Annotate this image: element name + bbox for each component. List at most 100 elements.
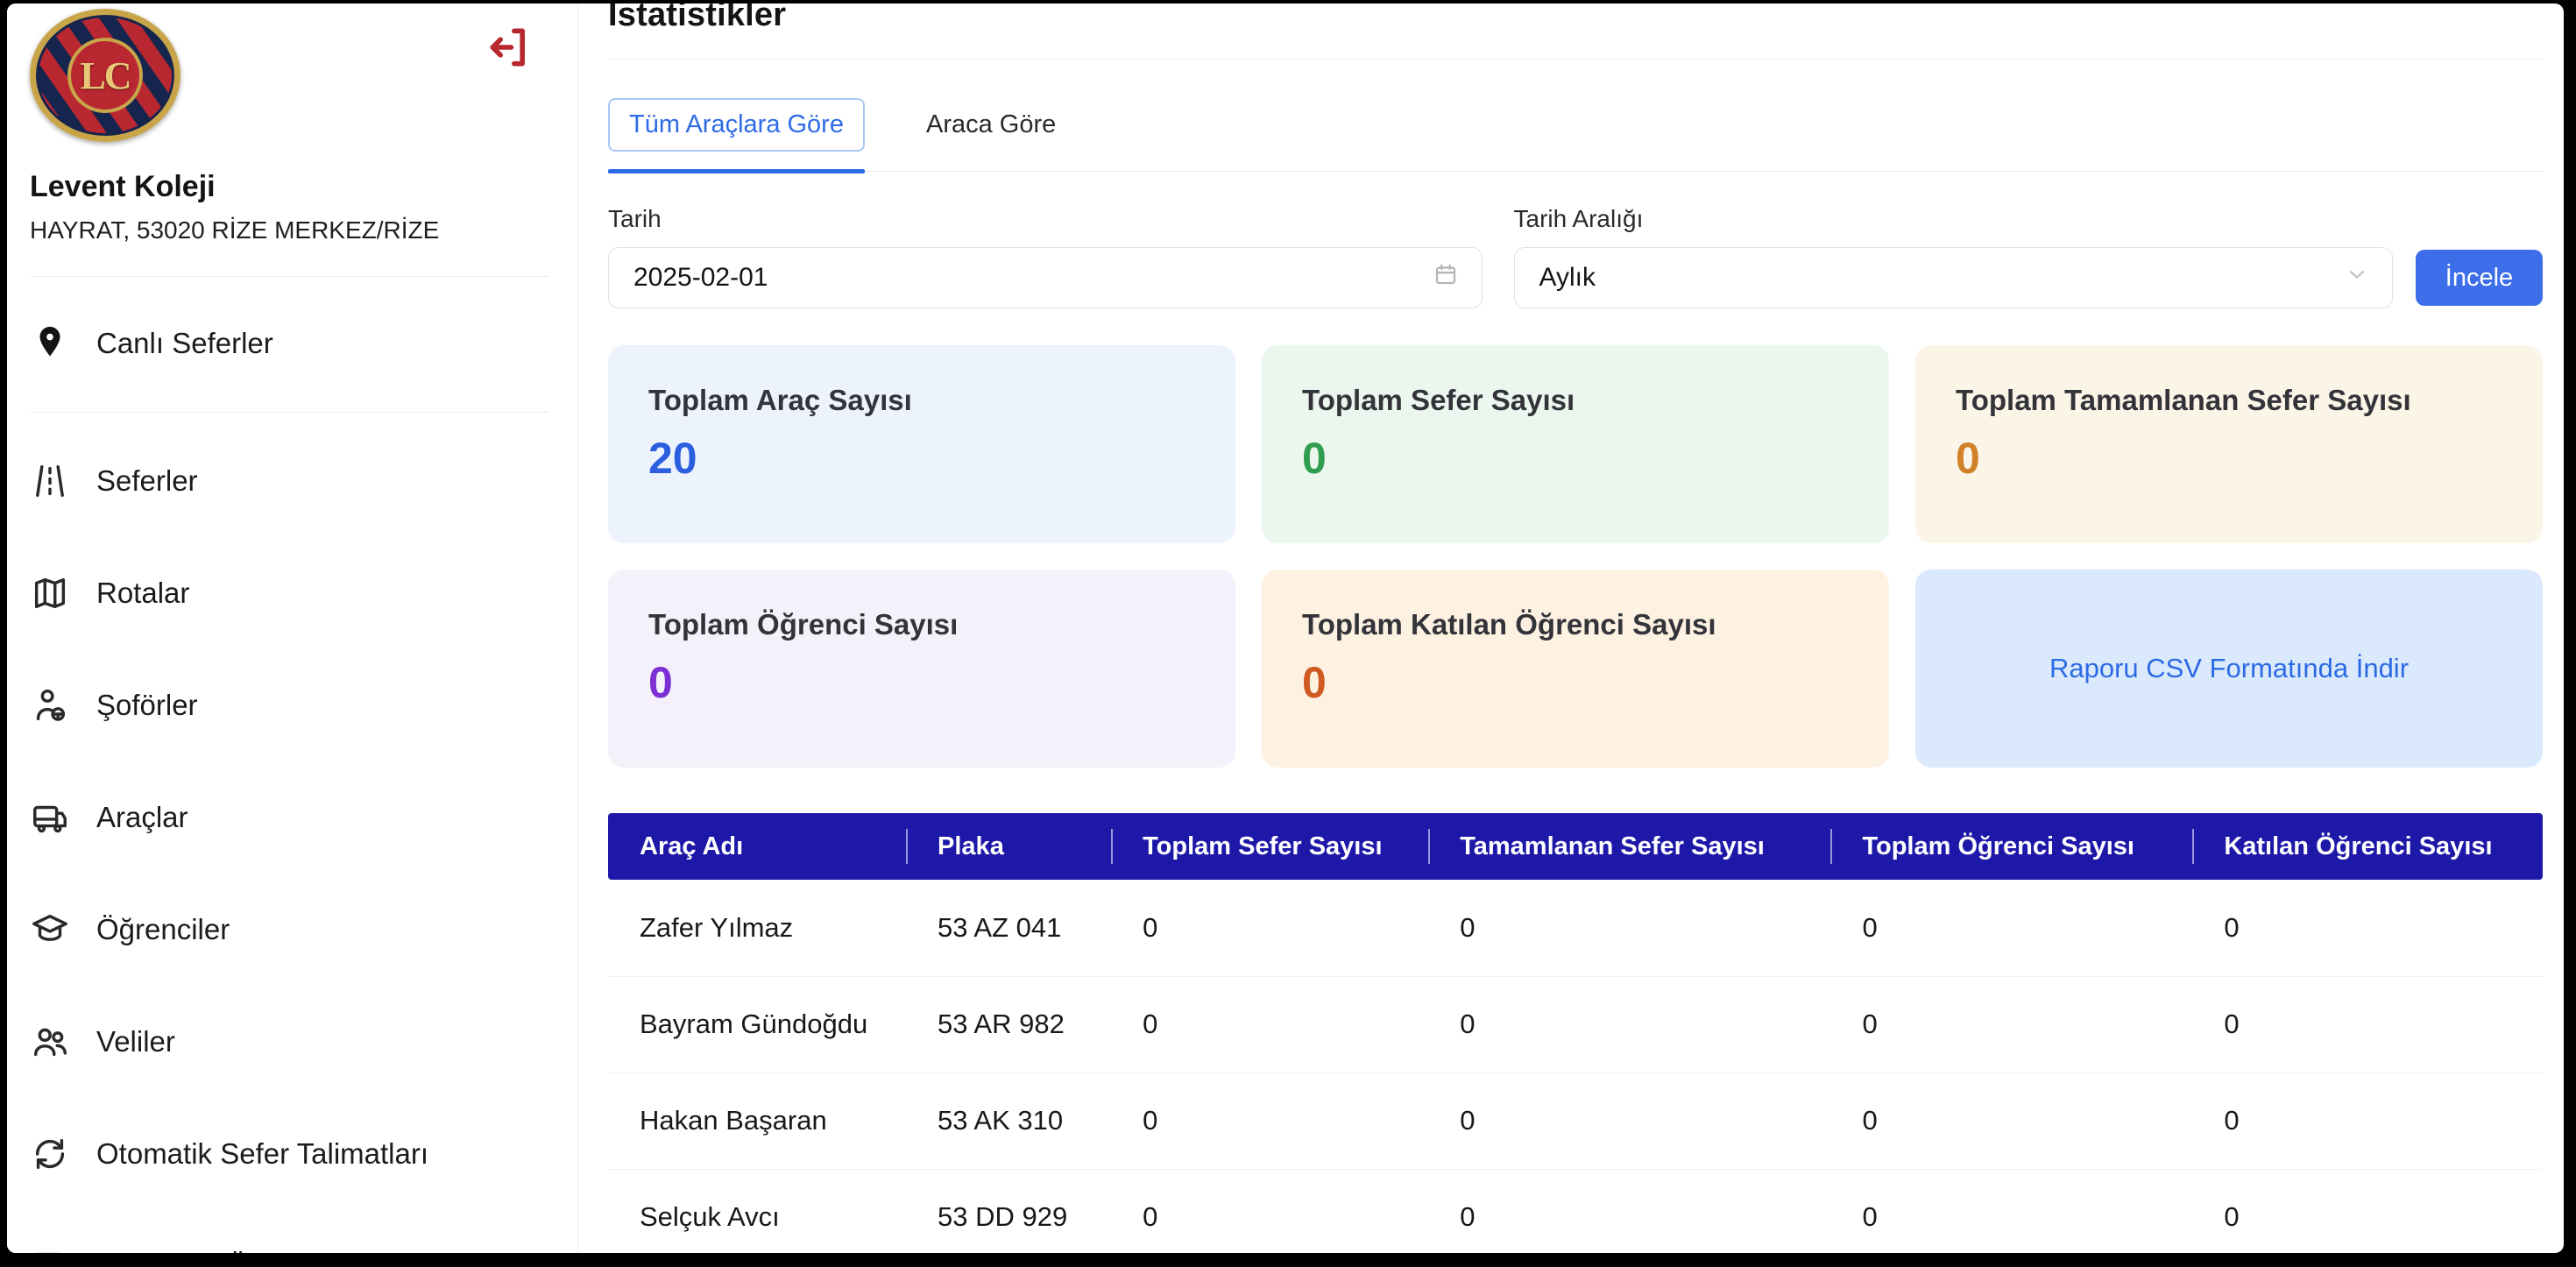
table-row[interactable]: Bayram Gündoğdu 53 AR 982 0 0 0 0 (608, 976, 2543, 1072)
col-plaka: Plaka (906, 813, 1111, 880)
date-range-value: Aylık (1539, 263, 1596, 293)
sidebar-item-seferler[interactable]: Seferler (30, 453, 549, 509)
cell-toplam-sefer: 0 (1111, 1169, 1428, 1253)
cell-toplam-ogrenci: 0 (1830, 1072, 2192, 1169)
cell-arac-adi: Hakan Başaran (608, 1072, 906, 1169)
stat-label: Toplam Araç Sayısı (648, 384, 1195, 417)
date-input[interactable]: 2025-02-01 (608, 247, 1483, 308)
col-toplam-sefer: Toplam Sefer Sayısı (1111, 813, 1428, 880)
table-row[interactable]: Selçuk Avcı 53 DD 929 0 0 0 0 (608, 1169, 2543, 1253)
stat-card-toplam-ogrenci: Toplam Öğrenci Sayısı 0 (608, 570, 1235, 768)
table-row[interactable]: Hakan Başaran 53 AK 310 0 0 0 0 (608, 1072, 2543, 1169)
stat-value: 0 (1302, 433, 1849, 484)
sidebar-item-sikayet-oneriler[interactable]: Şikayet & Öneriler (30, 1238, 549, 1253)
page-title: İstatistikler (608, 4, 2543, 34)
logo-monogram: LC (80, 53, 130, 98)
vehicle-stats-table: Araç Adı Plaka Toplam Sefer Sayısı Tamam… (608, 813, 2543, 1253)
sidebar-item-label: Öğrenciler (96, 913, 230, 946)
graduation-cap-icon (30, 910, 70, 950)
cell-katilan-ogrenci: 0 (2192, 880, 2543, 976)
calendar-icon (1433, 261, 1459, 294)
tab-tum-araclara-gore[interactable]: Tüm Araçlara Göre (608, 98, 865, 152)
stat-cards: Toplam Araç Sayısı 20 Toplam Sefer Sayıs… (608, 345, 2543, 768)
table-row[interactable]: Zafer Yılmaz 53 AZ 041 0 0 0 0 (608, 880, 2543, 976)
stat-card-katilan-ogrenci: Toplam Katılan Öğrenci Sayısı 0 (1262, 570, 1889, 768)
cell-katilan-ogrenci: 0 (2192, 1072, 2543, 1169)
incele-button[interactable]: İncele (2416, 250, 2543, 306)
stat-value: 0 (1302, 657, 1849, 708)
filter-row: Tarih 2025-02-01 Tarih Aralığı Aylık (608, 205, 2543, 308)
cell-plaka: 53 AZ 041 (906, 880, 1111, 976)
date-range-select[interactable]: Aylık (1514, 247, 2393, 308)
sidebar-item-label: Rotalar (96, 577, 189, 610)
cell-katilan-ogrenci: 0 (2192, 976, 2543, 1072)
sidebar-item-label: Canlı Seferler (96, 327, 273, 360)
sidebar-item-otomatik-sefer-talimatlari[interactable]: Otomatik Sefer Talimatları (30, 1126, 549, 1182)
col-arac-adi: Araç Adı (608, 813, 906, 880)
cell-tamamlanan-sefer: 0 (1428, 1169, 1830, 1253)
col-toplam-ogrenci: Toplam Öğrenci Sayısı (1830, 813, 2192, 880)
date-label: Tarih (608, 205, 1483, 233)
tab-araca-gore[interactable]: Araca Göre (926, 100, 1056, 150)
stat-value: 0 (648, 657, 1195, 708)
sidebar-item-label: Araçlar (96, 801, 188, 834)
road-icon (30, 461, 70, 501)
logout-button[interactable] (485, 23, 534, 76)
cell-katilan-ogrenci: 0 (2192, 1169, 2543, 1253)
logout-icon (485, 60, 534, 75)
col-katilan-ogrenci: Katılan Öğrenci Sayısı (2192, 813, 2543, 880)
stat-label: Toplam Sefer Sayısı (1302, 384, 1849, 417)
stat-value: 20 (648, 433, 1195, 484)
stat-card-toplam-arac: Toplam Araç Sayısı 20 (608, 345, 1235, 543)
sidebar-item-label: Otomatik Sefer Talimatları (96, 1137, 428, 1171)
download-csv-button[interactable]: Raporu CSV Formatında İndir (1915, 570, 2543, 768)
sidebar-item-label: Şoförler (96, 689, 198, 722)
sidebar-item-label: Veliler (96, 1025, 175, 1058)
cell-plaka: 53 AR 982 (906, 976, 1111, 1072)
sidebar-item-araclar[interactable]: Araçlar (30, 789, 549, 846)
sidebar: LC Levent Koleji HAYRAT, 53020 RİZE MERK… (7, 4, 578, 1253)
location-pin-icon (30, 323, 70, 364)
map-icon (30, 573, 70, 613)
download-csv-label: Raporu CSV Formatında İndir (2049, 653, 2409, 684)
tab-bar: Tüm Araçlara Göre Araca Göre (608, 98, 2543, 172)
date-range-label: Tarih Aralığı (1514, 205, 2393, 233)
cell-toplam-sefer: 0 (1111, 1072, 1428, 1169)
cell-arac-adi: Zafer Yılmaz (608, 880, 906, 976)
cell-toplam-sefer: 0 (1111, 880, 1428, 976)
cell-arac-adi: Bayram Gündoğdu (608, 976, 906, 1072)
school-logo: LC (30, 9, 180, 142)
sidebar-item-canli-seferler[interactable]: Canlı Seferler (30, 315, 549, 372)
sidebar-item-ogrenciler[interactable]: Öğrenciler (30, 902, 549, 958)
date-value: 2025-02-01 (633, 263, 768, 293)
users-icon (30, 1022, 70, 1062)
sidebar-menu: Canlı Seferler Seferler Rotala (30, 315, 549, 1253)
stat-card-tamamlanan-sefer: Toplam Tamamlanan Sefer Sayısı 0 (1915, 345, 2543, 543)
col-tamamlanan-sefer: Tamamlanan Sefer Sayısı (1428, 813, 1830, 880)
app-frame: LC Levent Koleji HAYRAT, 53020 RİZE MERK… (7, 4, 2564, 1253)
sidebar-item-label: Şikayet & Öneriler (96, 1249, 329, 1253)
stat-label: Toplam Tamamlanan Sefer Sayısı (1956, 384, 2502, 417)
sidebar-item-rotalar[interactable]: Rotalar (30, 565, 549, 621)
table-header-row: Araç Adı Plaka Toplam Sefer Sayısı Tamam… (608, 813, 2543, 880)
cell-arac-adi: Selçuk Avcı (608, 1169, 906, 1253)
cell-tamamlanan-sefer: 0 (1428, 1072, 1830, 1169)
title-divider (608, 59, 2543, 60)
stat-card-toplam-sefer: Toplam Sefer Sayısı 0 (1262, 345, 1889, 543)
stat-value: 0 (1956, 433, 2502, 484)
cell-tamamlanan-sefer: 0 (1428, 976, 1830, 1072)
sidebar-item-veliler[interactable]: Veliler (30, 1014, 549, 1070)
newspaper-icon (30, 1246, 70, 1253)
sidebar-item-soforler[interactable]: Şoförler (30, 677, 549, 733)
sidebar-divider (30, 276, 549, 277)
stat-label: Toplam Öğrenci Sayısı (648, 608, 1195, 641)
sidebar-item-label: Seferler (96, 464, 198, 498)
cell-toplam-ogrenci: 0 (1830, 976, 2192, 1072)
cell-toplam-ogrenci: 0 (1830, 1169, 2192, 1253)
main-content: İstatistikler Tüm Araçlara Göre Araca Gö… (578, 4, 2564, 1253)
sync-icon (30, 1134, 70, 1174)
cell-toplam-ogrenci: 0 (1830, 880, 2192, 976)
menu-divider (30, 412, 549, 413)
school-address: HAYRAT, 53020 RİZE MERKEZ/RİZE (30, 216, 549, 244)
stat-label: Toplam Katılan Öğrenci Sayısı (1302, 608, 1849, 641)
